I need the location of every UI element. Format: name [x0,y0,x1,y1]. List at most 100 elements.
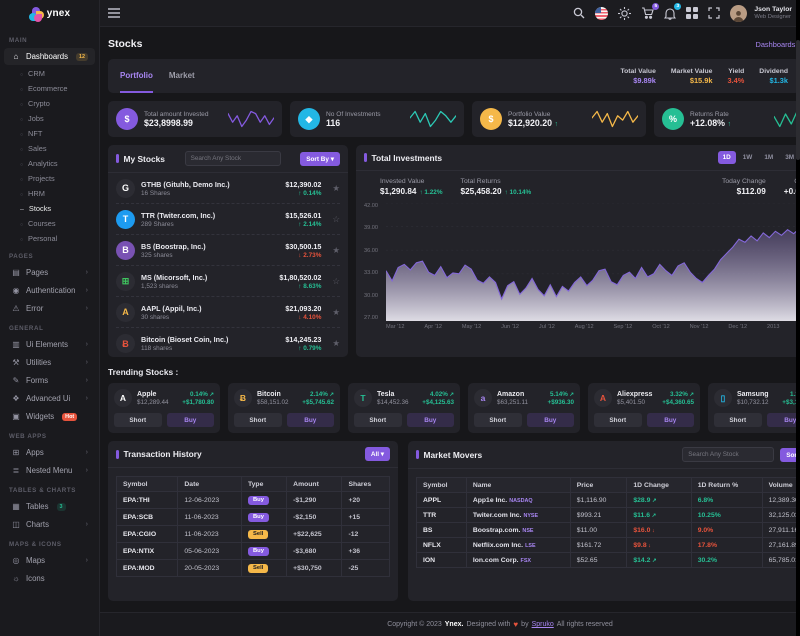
stock-list-item[interactable]: A AAPL (Appil, Inc.) 30 shares $21,093.2… [116,297,340,328]
sidebar-subitem[interactable]: Projects [0,171,99,186]
language-flag-icon[interactable] [595,7,608,20]
sidebar-item[interactable]: ❖ Advanced Ui › [4,390,95,407]
favorite-star-icon[interactable] [332,338,340,349]
sidebar-item[interactable]: ▥ Ui Elements › [4,336,95,353]
sidebar-subitem[interactable]: Courses [0,216,99,231]
time-range-button[interactable]: 1D [718,151,736,164]
apps-grid-icon[interactable] [686,7,698,19]
sidebar-subitem[interactable]: Sales [0,141,99,156]
page-title: Stocks [108,38,142,50]
user-meta[interactable]: Json Taylor Web Designer [754,6,792,20]
mover-row: NFLX Netflix.com Inc.LSE $161.72 $9.8 17… [417,538,800,553]
search-icon[interactable] [573,7,585,19]
tab[interactable]: Market [169,59,195,93]
breadcrumb-link[interactable]: Dashboards [755,40,795,49]
column-header: Symbol [117,477,178,492]
sidebar-item[interactable]: ⊞ Apps › [4,444,95,461]
sidebar-item[interactable]: ▤ Pages › [4,264,95,281]
y-tick-label: 30.00 [364,293,386,299]
sidebar-subitem[interactable]: Stocks [0,201,99,216]
sidebar: ynex Main ⌂ Dashboards 12 [0,0,100,636]
sidebar-item[interactable]: ◎ Maps › [4,552,95,569]
sidebar-item[interactable]: ◫ Charts › [4,516,95,533]
sidebar-subitem[interactable]: HRM [0,186,99,201]
short-button[interactable]: Short [474,413,522,427]
sidebar-subitem-label: Analytics [28,159,58,168]
short-button[interactable]: Short [234,413,282,427]
buy-button[interactable]: Buy [767,413,800,427]
buy-button[interactable]: Buy [527,413,575,427]
column-header: Date [178,477,242,492]
time-range-button[interactable]: 1W [738,151,758,164]
trending-stock-card: A Apple $12,289.44 0.14% +$1,780.80 Shor… [108,383,220,433]
mover-1d-return: 17.8% [698,542,717,549]
buy-button[interactable]: Buy [407,413,455,427]
sidebar-item[interactable]: ◉ Authentication › [4,282,95,299]
sidebar-subitem[interactable]: Crypto [0,96,99,111]
chevron-right-icon: › [86,521,88,528]
stock-list-item[interactable]: Ƀ Bitcoin (Bioset Coin, Inc.) 118 shares… [116,328,340,357]
y-tick-label: 27.00 [364,315,386,321]
trending-stock-name: Bitcoin [257,391,289,398]
stock-shares: 325 shares [141,252,206,259]
sidebar-item[interactable]: ⌂ Dashboards 12 [4,48,95,65]
sidebar-item[interactable]: ⚠ Error › [4,300,95,317]
favorite-star-icon[interactable] [332,276,340,287]
sidebar-item-label: Forms [26,376,48,385]
chevron-down-icon: ▾ [331,156,334,163]
transaction-amount: -$3,680 [287,543,342,560]
sidebar-subitem[interactable]: CRM [0,66,99,81]
bitcoin-icon: Ƀ [234,389,252,407]
market-movers-search-input[interactable] [682,447,774,462]
short-button[interactable]: Short [354,413,402,427]
short-button[interactable]: Short [594,413,642,427]
column-header: Symbol [417,478,467,493]
sort-by-button[interactable]: Sort By ▾ [300,152,340,166]
notifications-bell-icon[interactable]: 3 [664,7,676,20]
sidebar-subitem[interactable]: NFT [0,126,99,141]
favorite-star-icon[interactable] [332,245,340,256]
hamburger-menu-icon[interactable] [108,8,120,18]
sidebar-item[interactable]: ☼ Icons [4,570,95,587]
sidebar-item-icon: ▥ [11,340,21,349]
my-stocks-title: My Stocks [116,154,165,164]
sidebar-item[interactable]: ▦ Tables 3 [4,498,95,515]
cart-icon[interactable]: 5 [641,7,654,19]
scrollbar[interactable] [796,0,800,636]
time-range-button[interactable]: 1M [759,151,778,164]
sidebar-subitem[interactable]: Personal [0,231,99,246]
brand-logo[interactable]: ynex [0,0,99,27]
sidebar-subitem[interactable]: Ecommerce [0,81,99,96]
sidebar-subitem[interactable]: Analytics [0,156,99,171]
today-change-label: Today Change [722,178,766,185]
column-header: Amount [287,477,342,492]
theme-toggle-icon[interactable] [618,7,631,20]
my-stocks-search-input[interactable] [185,151,281,166]
favorite-star-icon[interactable] [332,214,340,225]
buy-button[interactable]: Buy [647,413,695,427]
mover-name: Boostrap.com. [473,527,521,534]
sidebar-item[interactable]: ⚒ Utilities › [4,354,95,371]
mover-1d-return: 6.8% [698,497,714,504]
buy-button[interactable]: Buy [167,413,215,427]
sidebar-item[interactable]: ▣ Widgets Hot [4,408,95,425]
favorite-star-icon[interactable] [332,183,340,194]
stock-list-item[interactable]: ⊞ MS (Micorsoft, Inc.) 1,523 shares $1,8… [116,266,340,297]
stock-list-item[interactable]: B BS (Boostrap, Inc.) 325 shares $30,500… [116,235,340,266]
sidebar-item[interactable]: ✎ Forms › [4,372,95,389]
favorite-star-icon[interactable] [332,307,340,318]
user-avatar[interactable] [730,5,747,22]
spruko-link[interactable]: Spruko [532,621,554,628]
sidebar-item[interactable]: ≣ Nested Menu › [4,462,95,479]
short-button[interactable]: Short [714,413,762,427]
trending-stock-price: $63,251.11 [497,399,528,406]
filter-all-button[interactable]: All ▾ [365,447,390,461]
buy-button[interactable]: Buy [287,413,335,427]
short-button[interactable]: Short [114,413,162,427]
tab[interactable]: Portfolio [120,59,153,93]
fullscreen-icon[interactable] [708,7,720,19]
trending-stock-pct: 3.32% [662,391,694,398]
stock-list-item[interactable]: G GTHB (Gituhb, Demo Inc.) 16 Shares $12… [116,173,340,204]
stock-list-item[interactable]: T TTR (Twiter.com, Inc.) 289 Shares $15,… [116,204,340,235]
sidebar-subitem[interactable]: Jobs [0,111,99,126]
